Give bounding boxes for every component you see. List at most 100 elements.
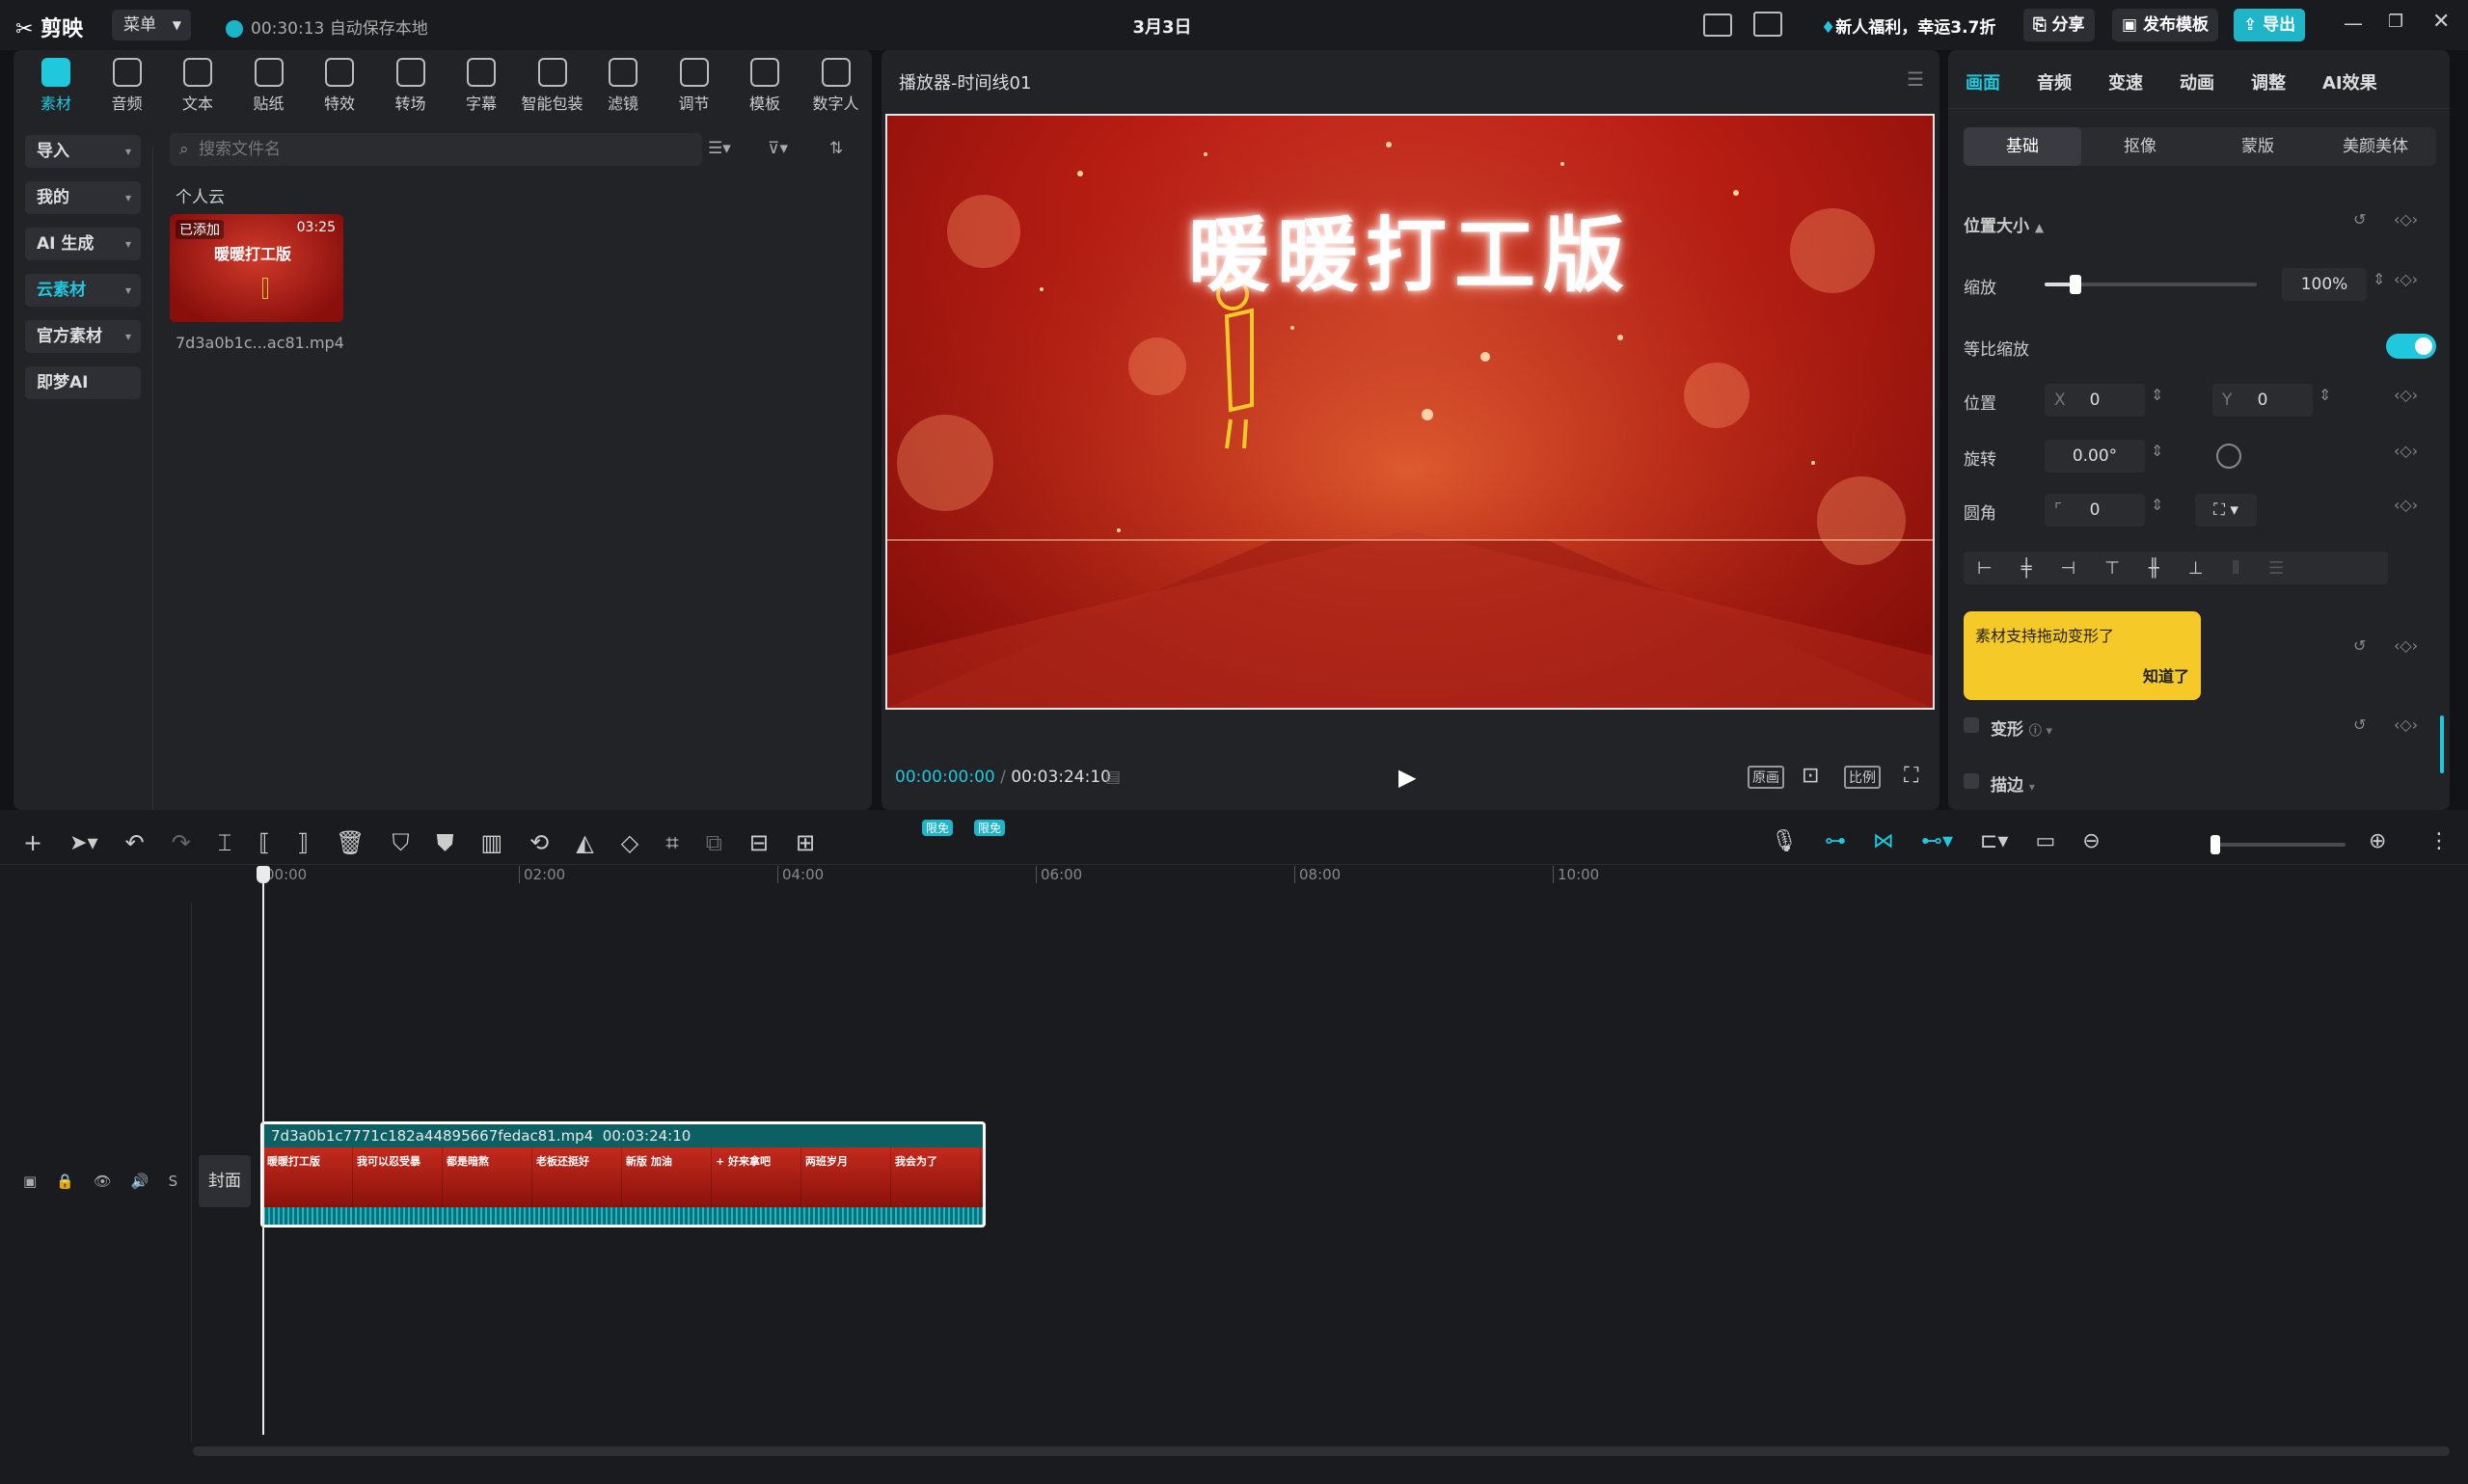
tool-smart-package[interactable]: 智能包装	[518, 58, 587, 114]
search-input[interactable]: ⌕ 搜索文件名	[170, 133, 702, 166]
rotation-input[interactable]: 0.00°	[2045, 440, 2145, 472]
playhead[interactable]	[262, 866, 264, 1435]
filter-icon[interactable]: ⊽▾	[768, 139, 788, 158]
shortcut-icon[interactable]	[1703, 13, 1732, 37]
tool-filter[interactable]: 滤镜	[588, 58, 658, 114]
uniform-scale-toggle[interactable]	[2386, 334, 2436, 359]
thumbnail-icon[interactable]: ▭	[2035, 829, 2055, 853]
crop-icon[interactable]: ⌗	[665, 829, 679, 856]
tool-text[interactable]: 文本	[163, 58, 232, 114]
keyframe-icon[interactable]: ‹◇›	[2394, 442, 2418, 460]
stroke-label[interactable]: 描边 ▾	[1991, 771, 2035, 796]
inspector-tab[interactable]: 画面	[1966, 69, 2000, 94]
inspector-subtab[interactable]: 基础	[1964, 127, 2081, 166]
align-top-icon[interactable]: ⊤	[2104, 558, 2120, 579]
align-middle-v-icon[interactable]: ╫	[2149, 558, 2159, 579]
marker-icon[interactable]: ⛉	[392, 829, 409, 856]
inspector-tab[interactable]: 调整	[2251, 69, 2286, 94]
stepper-icon[interactable]: ⇕	[2151, 386, 2163, 404]
scale-input[interactable]: 100%	[2282, 268, 2367, 301]
stepper-icon[interactable]: ⇕	[2319, 386, 2331, 404]
ratio-button[interactable]: 比例	[1844, 766, 1881, 789]
undo-icon[interactable]: ↶	[125, 829, 145, 856]
horizontal-scrollbar[interactable]	[193, 1446, 2450, 1456]
promo-label[interactable]: ♦新人福利，幸运3.7折	[1821, 13, 1995, 38]
keyframe-icon[interactable]: ‹◇›	[2394, 715, 2418, 734]
eye-icon[interactable]: 👁	[94, 1173, 112, 1190]
inspector-subtab[interactable]: 抠像	[2081, 127, 2199, 166]
stroke-checkbox[interactable]	[1964, 773, 1979, 789]
align-center-h-icon[interactable]: ╪	[2021, 558, 2032, 579]
stepper-icon[interactable]: ⇕	[2151, 496, 2163, 514]
inspector-scrollbar[interactable]	[2440, 715, 2444, 773]
tool-template[interactable]: 模板	[730, 58, 800, 114]
linkage-icon[interactable]: ⊷▾	[1921, 829, 1953, 853]
fullscreen-icon[interactable]: ⛶	[1904, 764, 1918, 788]
reverse-icon[interactable]: ⟲	[529, 829, 549, 856]
sidebar-item[interactable]: 导入 ▾	[25, 135, 141, 168]
cover-button[interactable]: 封面	[199, 1155, 251, 1207]
select-tool-icon[interactable]: ➤▾	[69, 831, 97, 855]
sidebar-item[interactable]: 云素材 ▾	[25, 274, 141, 307]
volume-icon[interactable]: 🔊	[131, 1173, 149, 1190]
sidebar-item[interactable]: 我的 ▾	[25, 181, 141, 214]
solo-icon[interactable]: S	[169, 1173, 178, 1190]
keyframe-icon[interactable]: ‹◇›	[2394, 270, 2418, 288]
inspector-subtab[interactable]: 美颜美体	[2317, 127, 2434, 166]
sidebar-item[interactable]: AI 生成 ▾	[25, 228, 141, 260]
transform-label[interactable]: 变形 ⓘ ▾	[1991, 715, 2052, 740]
tooltip-dismiss-button[interactable]: 知道了	[1975, 663, 2189, 687]
publish-template-button[interactable]: ▣ 发布模板	[2112, 9, 2218, 41]
scale-slider[interactable]	[2045, 275, 2257, 294]
auto-snap-icon[interactable]: ⋈	[1873, 829, 1894, 853]
main-track-magnet-icon[interactable]: ⊶	[1825, 829, 1846, 853]
zoom-out-icon[interactable]: ⊖	[2082, 829, 2100, 853]
delete-icon[interactable]: 🗑	[336, 829, 365, 856]
tool-sticker[interactable]: 贴纸	[234, 58, 304, 114]
microphone-icon[interactable]: 🎙	[1771, 829, 1798, 853]
align-left-icon[interactable]: ⊢	[1977, 558, 1993, 579]
mirror-icon[interactable]: ◭	[576, 829, 593, 856]
video-clip[interactable]: 7d3a0b1c7771c182a44895667fedac81.mp4 00:…	[260, 1121, 986, 1228]
keyframe-icon[interactable]: ‹◇›	[2394, 636, 2418, 655]
original-quality-button[interactable]: 原画	[1748, 766, 1784, 789]
keyframe-icon[interactable]: ‹◇›	[2394, 210, 2418, 229]
reset-icon[interactable]: ↺	[2353, 715, 2366, 734]
add-track-icon[interactable]: +	[23, 829, 42, 856]
layout-icon[interactable]	[1753, 12, 1782, 37]
sort-icon[interactable]: ☰▾	[708, 139, 731, 158]
rotation-dial-icon[interactable]	[2216, 444, 2241, 469]
tool-transition[interactable]: 转场	[376, 58, 446, 114]
menu-button[interactable]: 菜单 ▼	[112, 10, 191, 40]
zoom-slider[interactable]	[2210, 835, 2346, 854]
share-button[interactable]: ⎘ 分享	[2023, 9, 2095, 41]
corner-input[interactable]: ⌜ 0	[2045, 494, 2145, 526]
split-right-icon[interactable]: ⟧	[297, 829, 309, 856]
section-position-size[interactable]: 位置大小 ▲	[1964, 212, 2044, 236]
sidebar-item[interactable]: 即梦AI	[25, 366, 141, 399]
tool-audio[interactable]: 音频	[93, 58, 162, 114]
slider-handle[interactable]	[2070, 275, 2081, 294]
maximize-icon[interactable]: ❐	[2388, 12, 2403, 32]
tool-digital-human[interactable]: 数字人	[801, 58, 871, 114]
transform-checkbox[interactable]	[1964, 717, 1979, 733]
ai-expand-icon[interactable]: ⊞	[796, 829, 815, 856]
smart-icon[interactable]: ⊟	[749, 829, 769, 856]
reset-icon[interactable]: ↺	[2353, 636, 2366, 655]
media-thumbnail[interactable]: 已添加 03:25 暖暖打工版	[170, 214, 343, 322]
tool-subtitle[interactable]: 字幕	[447, 58, 516, 114]
hamburger-icon[interactable]: ☰	[1907, 67, 1924, 91]
grid-icon[interactable]: ▤	[1105, 768, 1121, 787]
video-canvas[interactable]: 暖暖打工版	[885, 114, 1935, 710]
inspector-subtab[interactable]: 蒙版	[2199, 127, 2317, 166]
freeze-icon[interactable]: ▥	[480, 829, 502, 856]
snapshot-icon[interactable]: ⊡	[1802, 764, 1819, 788]
export-button[interactable]: ⇪ 导出	[2234, 9, 2306, 41]
inspector-tab[interactable]: AI效果	[2322, 69, 2377, 94]
playhead-handle[interactable]	[257, 866, 270, 883]
align-right-icon[interactable]: ⊣	[2061, 558, 2076, 579]
play-button[interactable]: ▶	[1398, 764, 1416, 791]
shield-icon[interactable]: ⛊	[436, 829, 453, 856]
stepper-icon[interactable]: ⇕	[2151, 442, 2163, 460]
corner-style-select[interactable]: ⛶ ▾	[2195, 494, 2257, 526]
